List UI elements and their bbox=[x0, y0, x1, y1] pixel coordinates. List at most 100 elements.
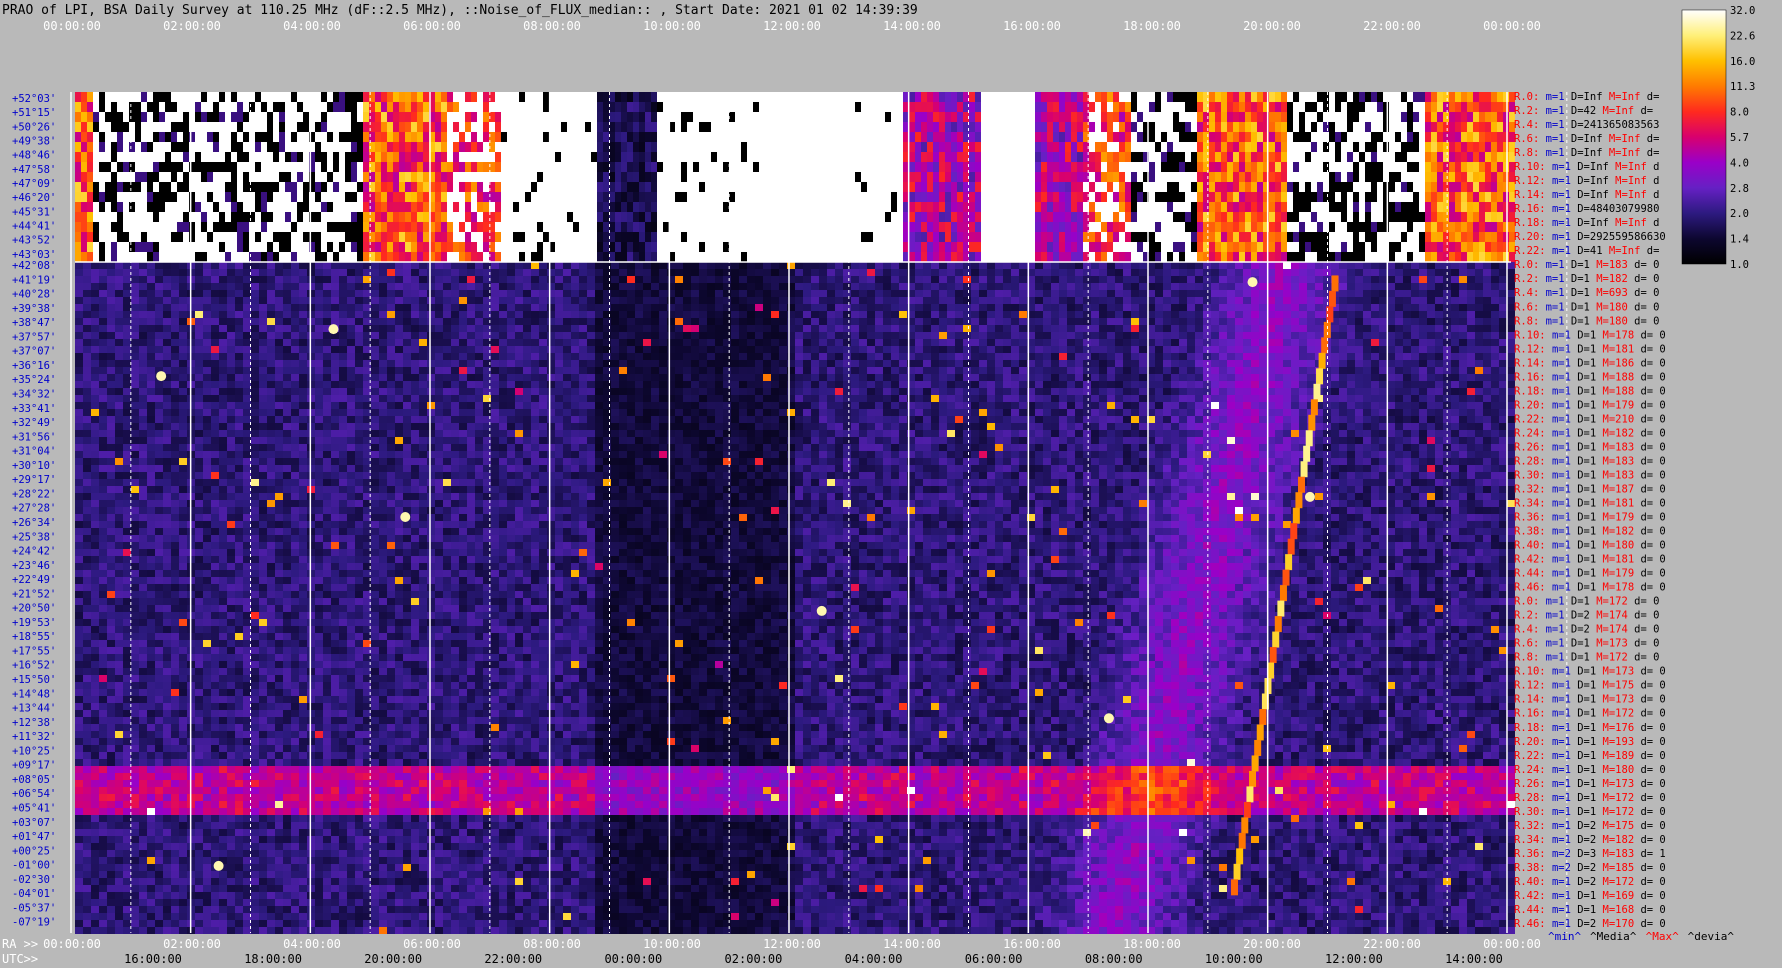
upper-band-cell bbox=[867, 222, 873, 232]
upper-band-cell bbox=[1113, 192, 1119, 202]
upper-band-cell bbox=[1059, 122, 1065, 132]
upper-band-cell bbox=[1005, 232, 1011, 242]
upper-band-cell bbox=[1371, 102, 1377, 112]
upper-band-cell bbox=[987, 192, 993, 202]
survey-cell bbox=[115, 472, 123, 479]
upper-band-cell bbox=[153, 182, 159, 192]
upper-band-cell bbox=[351, 252, 357, 262]
upper-band-cell bbox=[1353, 182, 1359, 192]
upper-band-cell bbox=[345, 232, 351, 242]
upper-band-cell bbox=[1209, 122, 1215, 132]
upper-band-cell bbox=[837, 252, 843, 262]
upper-band-cell bbox=[1335, 92, 1341, 102]
upper-band-cell bbox=[1377, 252, 1383, 262]
upper-band-cell bbox=[1155, 192, 1161, 202]
upper-band-cell bbox=[1071, 162, 1077, 172]
upper-band-cell bbox=[1149, 172, 1155, 182]
survey-cell bbox=[139, 521, 147, 528]
upper-band-cell bbox=[699, 212, 705, 222]
upper-band-cell bbox=[147, 122, 153, 132]
upper-band-cell bbox=[909, 112, 915, 122]
upper-band-cell bbox=[1335, 112, 1341, 122]
upper-band-cell bbox=[1107, 152, 1113, 162]
upper-band-cell bbox=[1089, 202, 1095, 212]
upper-band-cell bbox=[591, 222, 597, 232]
upper-band-cell bbox=[417, 192, 423, 202]
upper-band-cell bbox=[825, 172, 831, 182]
upper-band-cell bbox=[213, 252, 219, 262]
upper-band-cell bbox=[129, 172, 135, 182]
upper-band-cell bbox=[1383, 252, 1389, 262]
upper-band-cell bbox=[387, 222, 393, 232]
upper-band-cell bbox=[945, 102, 951, 112]
survey-cell bbox=[83, 283, 91, 290]
upper-band-cell bbox=[735, 222, 741, 232]
upper-band-cell bbox=[711, 222, 717, 232]
survey-cell bbox=[115, 696, 123, 703]
upper-band-cell bbox=[225, 222, 231, 232]
upper-band-cell bbox=[405, 242, 411, 252]
upper-band-cell bbox=[375, 122, 381, 132]
survey-cell bbox=[99, 857, 107, 864]
upper-band-cell bbox=[1491, 202, 1497, 212]
upper-band-cell bbox=[1455, 142, 1461, 152]
upper-band-cell bbox=[1359, 92, 1365, 102]
survey-cell bbox=[99, 745, 107, 752]
upper-band-cell bbox=[519, 152, 525, 162]
upper-band-cell bbox=[237, 152, 243, 162]
upper-band-cell bbox=[1161, 132, 1167, 142]
upper-band-cell bbox=[879, 182, 885, 192]
upper-band-cell bbox=[615, 152, 621, 162]
upper-band-cell bbox=[1161, 122, 1167, 132]
survey-cell bbox=[115, 731, 123, 738]
upper-band-cell bbox=[1197, 102, 1203, 112]
upper-band-cell bbox=[567, 112, 573, 122]
upper-band-cell bbox=[393, 202, 399, 212]
upper-band-cell bbox=[1329, 232, 1335, 242]
upper-band-cell bbox=[855, 92, 861, 102]
survey-cell bbox=[139, 276, 147, 283]
upper-band-cell bbox=[693, 202, 699, 212]
upper-band-cell bbox=[1329, 92, 1335, 102]
upper-band-cell bbox=[1245, 92, 1251, 102]
upper-band-cell bbox=[957, 172, 963, 182]
survey-cell bbox=[139, 892, 147, 899]
upper-band-cell bbox=[105, 102, 111, 112]
upper-band-cell bbox=[441, 92, 447, 102]
upper-band-cell bbox=[339, 232, 345, 242]
survey-cell bbox=[123, 332, 131, 339]
upper-band-cell bbox=[861, 152, 867, 162]
upper-band-cell bbox=[1353, 152, 1359, 162]
upper-band-cell bbox=[147, 92, 153, 102]
survey-cell bbox=[107, 353, 115, 360]
upper-band-cell bbox=[1167, 252, 1173, 262]
upper-band-cell bbox=[1497, 92, 1503, 102]
upper-band-cell bbox=[753, 142, 759, 152]
survey-cell bbox=[83, 738, 91, 745]
survey-cell bbox=[91, 899, 99, 906]
upper-band-cell bbox=[417, 252, 423, 262]
upper-band-cell bbox=[279, 192, 285, 202]
upper-band-cell bbox=[1305, 122, 1311, 132]
upper-band-cell bbox=[681, 212, 687, 222]
upper-band-cell bbox=[645, 102, 651, 112]
upper-band-cell bbox=[267, 192, 273, 202]
survey-cell bbox=[107, 409, 115, 416]
upper-band-cell bbox=[1413, 132, 1419, 142]
upper-band-cell bbox=[1167, 122, 1173, 132]
upper-band-cell bbox=[1377, 182, 1383, 192]
upper-band-cell bbox=[315, 102, 321, 112]
upper-band-cell bbox=[195, 152, 201, 162]
upper-band-cell bbox=[333, 202, 339, 212]
upper-band-cell bbox=[1167, 232, 1173, 242]
upper-band-cell bbox=[1293, 102, 1299, 112]
upper-band-cell bbox=[909, 142, 915, 152]
upper-band-cell bbox=[915, 202, 921, 212]
upper-band-cell bbox=[981, 222, 987, 232]
upper-band-cell bbox=[201, 242, 207, 252]
upper-band-cell bbox=[153, 222, 159, 232]
upper-band-cell bbox=[681, 192, 687, 202]
upper-band-cell bbox=[519, 102, 525, 112]
upper-band-cell bbox=[717, 212, 723, 222]
upper-band-cell bbox=[1179, 172, 1185, 182]
